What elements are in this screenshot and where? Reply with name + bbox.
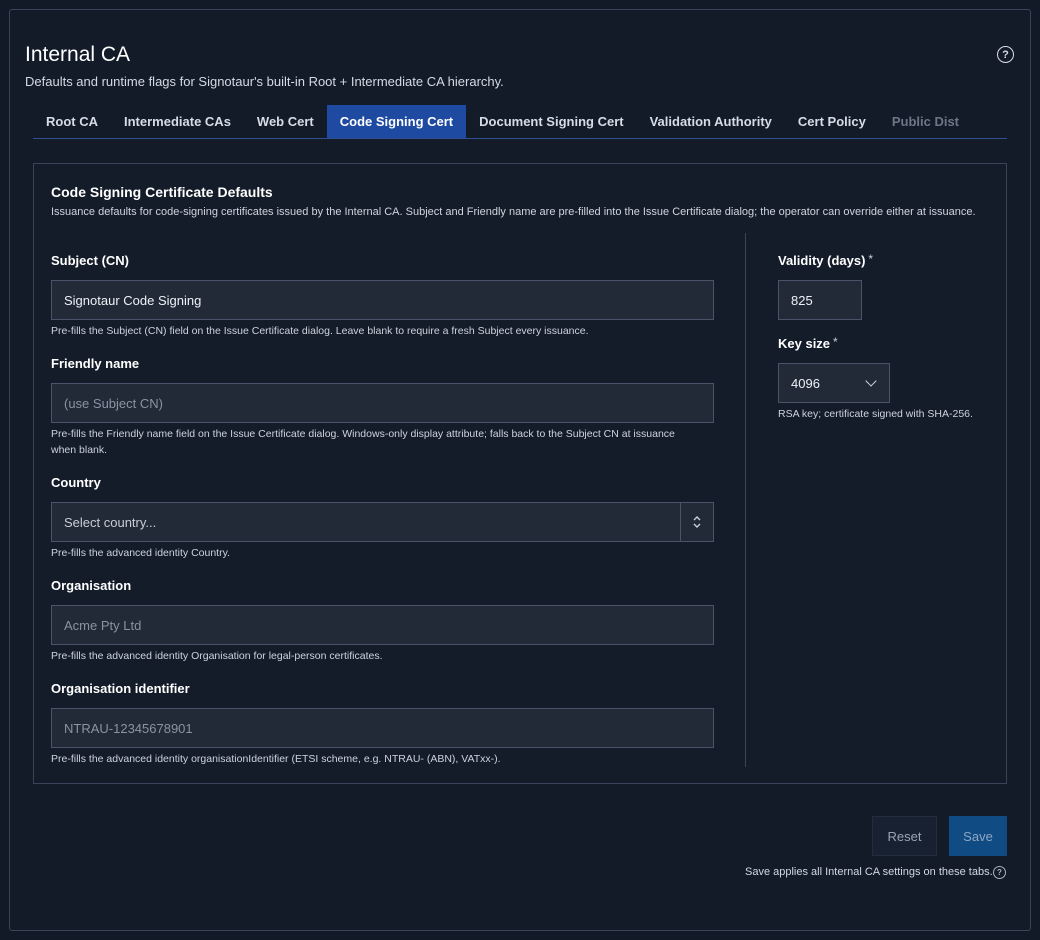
subject-help: Pre-fills the Subject (CN) field on the … [51, 325, 589, 337]
key-size-help: RSA key; certificate signed with SHA-256… [778, 408, 973, 420]
page-subtitle: Defaults and runtime flags for Signotaur… [25, 74, 504, 89]
friendly-name-help-line2: when blank. [51, 444, 108, 456]
organisation-label: Organisation [51, 578, 132, 593]
question-circle-icon[interactable]: ? [993, 866, 1006, 879]
country-label: Country [51, 475, 101, 490]
organisation-input[interactable]: Acme Pty Ltd [51, 605, 714, 645]
country-select-value: Select country... [64, 514, 157, 530]
tab-web-cert[interactable]: Web Cert [244, 105, 327, 138]
key-size-value: 4096 [791, 375, 820, 391]
validity-input[interactable]: 825 [778, 280, 862, 320]
friendly-name-input[interactable]: (use Subject CN) [51, 383, 714, 423]
tab-cert-policy[interactable]: Cert Policy [785, 105, 879, 138]
subject-input[interactable]: Signotaur Code Signing [51, 280, 714, 320]
friendly-name-label: Friendly name [51, 356, 140, 371]
organisation-help: Pre-fills the advanced identity Organisa… [51, 650, 383, 662]
tab-validation-authority[interactable]: Validation Authority [637, 105, 785, 138]
reset-button[interactable]: Reset [872, 816, 937, 856]
tab-intermediate-cas[interactable]: Intermediate CAs [111, 105, 244, 138]
updown-chevron-icon [680, 503, 713, 541]
required-mark: * [833, 335, 838, 349]
country-select[interactable]: Select country... [51, 502, 714, 542]
save-button[interactable]: Save [949, 816, 1007, 856]
column-divider [745, 233, 746, 767]
panel-title: Code Signing Certificate Defaults [51, 184, 273, 200]
subject-label: Subject (CN) [51, 253, 129, 268]
question-circle-icon[interactable]: ? [997, 46, 1014, 63]
save-note: Save applies all Internal CA settings on… [745, 866, 993, 878]
panel-description: Issuance defaults for code-signing certi… [51, 206, 976, 218]
validity-label: Validity (days) * [778, 252, 874, 268]
country-help: Pre-fills the advanced identity Country. [51, 547, 230, 559]
code-signing-panel: Code Signing Certificate Defaults Issuan… [33, 163, 1007, 784]
tab-code-signing-cert[interactable]: Code Signing Cert [326, 105, 467, 138]
required-mark: * [868, 252, 874, 266]
key-size-select[interactable]: 4096 [778, 363, 890, 403]
validity-label-text: Validity (days) [778, 253, 866, 268]
tab-root-ca[interactable]: Root CA [33, 105, 111, 138]
tab-bar: Root CA Intermediate CAs Web Cert Code S… [33, 105, 1007, 139]
key-size-label-text: Key size [778, 336, 831, 351]
key-size-label: Key size * [778, 335, 838, 351]
org-identifier-help: Pre-fills the advanced identity organisa… [51, 753, 501, 765]
org-identifier-input[interactable]: NTRAU-12345678901 [51, 708, 714, 748]
tab-public-dist: Public Dist [891, 114, 960, 129]
page-title: Internal CA [25, 43, 131, 66]
friendly-name-help-line1: Pre-fills the Friendly name field on the… [51, 428, 675, 440]
org-identifier-label: Organisation identifier [51, 681, 190, 696]
chevron-down-icon [865, 375, 877, 387]
tab-document-signing-cert[interactable]: Document Signing Cert [466, 105, 636, 138]
